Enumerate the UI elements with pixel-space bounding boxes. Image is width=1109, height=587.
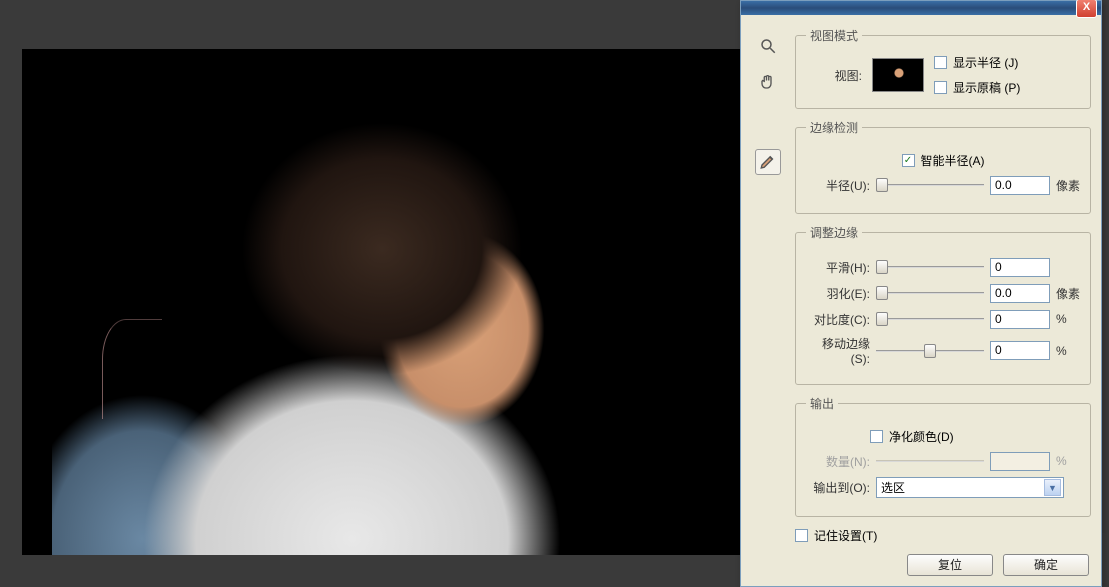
adjust-edge-legend: 调整边缘 xyxy=(806,224,862,241)
amount-input xyxy=(990,452,1050,471)
zoom-tool-icon[interactable] xyxy=(755,33,781,59)
view-label: 视图: xyxy=(806,67,862,84)
output-to-value: 选区 xyxy=(881,479,905,496)
amount-unit: % xyxy=(1056,454,1080,468)
edge-detection-group: 边缘检测 ✓ 智能半径(A) 半径(U): 0.0 像素 xyxy=(795,119,1091,214)
reset-button[interactable]: 复位 xyxy=(907,554,993,576)
shift-edge-label: 移动边缘(S): xyxy=(806,335,870,366)
show-original-label: 显示原稿 (P) xyxy=(953,79,1020,96)
feather-label: 羽化(E): xyxy=(806,285,870,302)
contrast-input[interactable]: 0 xyxy=(990,310,1050,329)
feather-input[interactable]: 0.0 xyxy=(990,284,1050,303)
shift-edge-slider[interactable] xyxy=(876,341,984,361)
feather-slider[interactable] xyxy=(876,283,984,303)
dialog-titlebar[interactable]: X xyxy=(741,1,1101,15)
purify-colors-label: 净化颜色(D) xyxy=(889,428,954,445)
contrast-slider[interactable] xyxy=(876,309,984,329)
output-legend: 输出 xyxy=(806,395,838,412)
smart-radius-checkbox[interactable]: ✓ xyxy=(902,154,915,167)
contrast-unit: % xyxy=(1056,312,1080,326)
edge-detection-legend: 边缘检测 xyxy=(806,119,862,136)
hand-tool-icon[interactable] xyxy=(755,69,781,95)
show-radius-label: 显示半径 (J) xyxy=(953,54,1018,71)
radius-unit: 像素 xyxy=(1056,177,1080,194)
radius-label: 半径(U): xyxy=(806,177,870,194)
show-original-checkbox[interactable] xyxy=(934,81,947,94)
adjust-edge-group: 调整边缘 平滑(H): 0 羽化(E): 0.0 像素 对比度(C): 0 % … xyxy=(795,224,1091,385)
radius-input[interactable]: 0.0 xyxy=(990,176,1050,195)
ok-button[interactable]: 确定 xyxy=(1003,554,1089,576)
remember-settings-label: 记住设置(T) xyxy=(814,527,877,544)
view-thumbnail[interactable] xyxy=(872,58,924,92)
canvas-preview[interactable] xyxy=(22,49,782,555)
chevron-down-icon[interactable]: ▼ xyxy=(1044,479,1061,496)
shift-edge-input[interactable]: 0 xyxy=(990,341,1050,360)
smart-radius-label: 智能半径(A) xyxy=(921,152,985,169)
contrast-label: 对比度(C): xyxy=(806,311,870,328)
smooth-slider[interactable] xyxy=(876,257,984,277)
amount-label: 数量(N): xyxy=(806,453,870,470)
output-group: 输出 净化颜色(D) 数量(N): % 输出到(O): 选区 ▼ xyxy=(795,395,1091,517)
refine-edge-dialog: X 视图模式 视图: xyxy=(740,0,1102,587)
smooth-input[interactable]: 0 xyxy=(990,258,1050,277)
radius-slider[interactable] xyxy=(876,175,984,195)
feather-unit: 像素 xyxy=(1056,285,1080,302)
smooth-label: 平滑(H): xyxy=(806,259,870,276)
remember-settings-checkbox[interactable] xyxy=(795,529,808,542)
view-mode-legend: 视图模式 xyxy=(806,27,862,44)
show-radius-checkbox[interactable] xyxy=(934,56,947,69)
purify-colors-checkbox[interactable] xyxy=(870,430,883,443)
refine-brush-tool-icon[interactable] xyxy=(755,149,781,175)
view-mode-group: 视图模式 视图: 显示半径 (J) 显示原稿 (P) xyxy=(795,27,1091,109)
output-to-select[interactable]: 选区 ▼ xyxy=(876,477,1064,498)
shift-edge-unit: % xyxy=(1056,344,1080,358)
amount-slider xyxy=(876,451,984,471)
preview-edge-mark xyxy=(102,319,162,419)
preview-subject xyxy=(52,59,592,555)
output-to-label: 输出到(O): xyxy=(806,479,870,496)
